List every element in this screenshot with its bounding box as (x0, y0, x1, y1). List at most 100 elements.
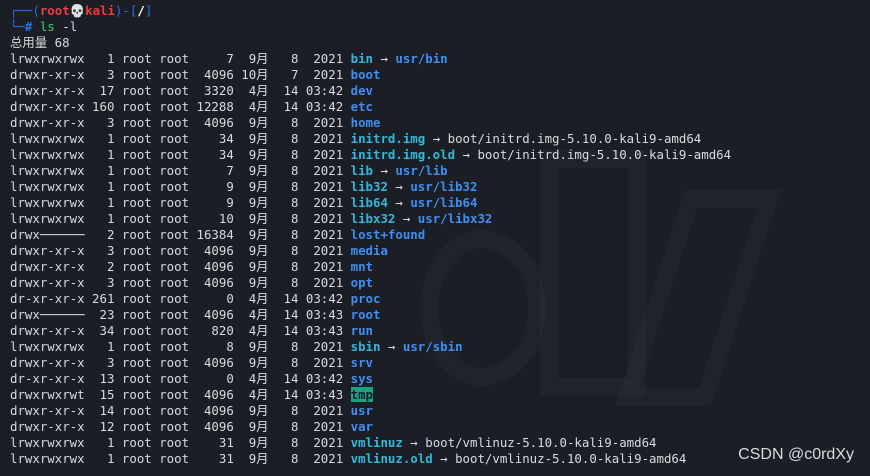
symlink-arrow-icon: → (432, 451, 456, 466)
symlink-target: usr/lib32 (410, 179, 478, 194)
prompt-frame-bottom: └─ (10, 19, 25, 34)
symlink-arrow-icon: → (425, 131, 448, 146)
listing-row: drwxr-xr-x 34 root root 820 4月 14 03:43 … (10, 323, 870, 339)
entry-meta: drwxrwxrwt 15 root root 4096 4月 14 03:43 (10, 387, 351, 402)
terminal-output: ┌──(root💀kali)-[/] └─# ls -l 总用量 68 lrwx… (10, 3, 870, 467)
listing-row: drwxrwxrwt 15 root root 4096 4月 14 03:43… (10, 387, 870, 403)
prompt-frame-end: ] (144, 3, 153, 18)
listing-row: drwxr-xr-x 12 root root 4096 9月 8 2021 v… (10, 419, 870, 435)
entry-name: bin (350, 51, 374, 66)
symlink-arrow-icon: → (455, 147, 478, 162)
symlink-target: usr/libx32 (417, 211, 493, 226)
entry-meta: lrwxrwxrwx 1 root root 31 9月 8 2021 (10, 451, 351, 466)
entry-meta: drwxr-xr-x 14 root root 4096 9月 8 2021 (10, 403, 351, 418)
entry-name: home (350, 115, 381, 130)
entry-name: usr (350, 403, 374, 418)
terminal-window[interactable]: ┌──(root💀kali)-[/] └─# ls -l 总用量 68 lrwx… (0, 0, 870, 476)
entry-name: srv (350, 355, 374, 370)
symlink-arrow-icon: → (373, 163, 396, 178)
entry-name: sbin (350, 339, 381, 354)
listing-row: dr-xr-xr-x 13 root root 0 4月 14 03:42 sy… (10, 371, 870, 387)
entry-meta: drwxr-xr-x 3 root root 4096 10月 7 2021 (10, 67, 351, 82)
symlink-target: boot/initrd.img-5.10.0-kali9-amd64 (447, 131, 702, 146)
entry-meta: lrwxrwxrwx 1 root root 34 9月 8 2021 (10, 147, 351, 162)
command-name: ls (39, 19, 55, 34)
prompt-line-top: ┌──(root💀kali)-[/] (10, 3, 870, 19)
entry-meta: lrwxrwxrwx 1 root root 31 9月 8 2021 (10, 435, 351, 450)
listing-row: lrwxrwxrwx 1 root root 9 9月 8 2021 lib32… (10, 179, 870, 195)
entry-name: lost+found (350, 227, 426, 242)
prompt-user: root (39, 3, 70, 18)
symlink-target: usr/bin (395, 51, 448, 66)
entry-name: root (350, 307, 381, 322)
entry-name: dev (350, 83, 374, 98)
symlink-target: boot/vmlinuz-5.10.0-kali9-amd64 (425, 435, 657, 450)
listing-row: drwx────── 2 root root 16384 9月 8 2021 l… (10, 227, 870, 243)
watermark: CSDN @c0rdXy (738, 446, 854, 463)
listing-row: dr-xr-xr-x 261 root root 0 4月 14 03:42 p… (10, 291, 870, 307)
command-args: -l (54, 19, 78, 34)
listing-row: lrwxrwxrwx 1 root root 9 9月 8 2021 lib64… (10, 195, 870, 211)
total-line: 总用量 68 (10, 35, 70, 50)
entry-name: media (350, 243, 388, 258)
prompt-host: kali (85, 3, 115, 18)
listing-row: drwxr-xr-x 3 root root 4096 10月 7 2021 b… (10, 67, 870, 83)
entry-meta: drwxr-xr-x 160 root root 12288 4月 14 03:… (10, 99, 351, 114)
symlink-arrow-icon: → (387, 179, 411, 194)
prompt-hash: # (24, 19, 33, 34)
prompt-line-command[interactable]: └─# ls -l (10, 19, 870, 35)
symlink-arrow-icon: → (373, 51, 396, 66)
listing-row: drwxr-xr-x 2 root root 4096 9月 8 2021 mn… (10, 259, 870, 275)
entry-name: vmlinuz (350, 435, 403, 450)
listing-row: drwxr-xr-x 3 root root 4096 9月 8 2021 ho… (10, 115, 870, 131)
prompt-frame-mid: )-[ (114, 3, 138, 18)
listing-row: drwx────── 23 root root 4096 4月 14 03:43… (10, 307, 870, 323)
entry-name: opt (350, 275, 374, 290)
entry-name: lib (350, 163, 374, 178)
symlink-arrow-icon: → (402, 435, 426, 450)
entry-meta: drwxr-xr-x 3 root root 4096 9月 8 2021 (10, 243, 351, 258)
entry-meta: dr-xr-xr-x 13 root root 0 4月 14 03:42 (10, 371, 351, 386)
symlink-arrow-icon: → (395, 211, 418, 226)
listing-row: drwxr-xr-x 14 root root 4096 9月 8 2021 u… (10, 403, 870, 419)
entry-name: proc (350, 291, 381, 306)
entry-meta: lrwxrwxrwx 1 root root 34 9月 8 2021 (10, 131, 351, 146)
entry-meta: drwxr-xr-x 34 root root 820 4月 14 03:43 (10, 323, 351, 338)
entry-meta: lrwxrwxrwx 1 root root 9 9月 8 2021 (10, 195, 351, 210)
symlink-arrow-icon: → (380, 339, 403, 354)
listing-row: lrwxrwxrwx 1 root root 8 9月 8 2021 sbin … (10, 339, 870, 355)
listing-row: lrwxrwxrwx 1 root root 10 9月 8 2021 libx… (10, 211, 870, 227)
entry-meta: dr-xr-xr-x 261 root root 0 4月 14 03:42 (10, 291, 351, 306)
entry-name: etc (350, 99, 374, 114)
prompt-cwd: / (137, 3, 145, 18)
symlink-target: boot/vmlinuz-5.10.0-kali9-amd64 (455, 451, 687, 466)
listing-row: lrwxrwxrwx 1 root root 34 9月 8 2021 init… (10, 147, 870, 163)
entry-meta: drwxr-xr-x 3 root root 4096 9月 8 2021 (10, 115, 351, 130)
listing-row: drwxr-xr-x 17 root root 3320 4月 14 03:42… (10, 83, 870, 99)
listing-row: drwxr-xr-x 3 root root 4096 9月 8 2021 sr… (10, 355, 870, 371)
listing-row: lrwxrwxrwx 1 root root 7 9月 8 2021 lib →… (10, 163, 870, 179)
entry-name: lib32 (350, 179, 388, 194)
listing-row: drwxr-xr-x 3 root root 4096 9月 8 2021 op… (10, 275, 870, 291)
listing: lrwxrwxrwx 1 root root 7 9月 8 2021 bin →… (10, 51, 870, 467)
entry-name: tmp (350, 387, 374, 402)
entry-meta: drwxr-xr-x 3 root root 4096 9月 8 2021 (10, 355, 351, 370)
entry-meta: lrwxrwxrwx 1 root root 7 9月 8 2021 (10, 163, 351, 178)
entry-name: initrd.img (350, 131, 426, 146)
entry-name: lib64 (350, 195, 388, 210)
listing-row: lrwxrwxrwx 1 root root 7 9月 8 2021 bin →… (10, 51, 870, 67)
entry-meta: drwx────── 23 root root 4096 4月 14 03:43 (10, 307, 351, 322)
symlink-target: usr/lib (395, 163, 448, 178)
symlink-arrow-icon: → (387, 195, 411, 210)
entry-meta: drwxr-xr-x 12 root root 4096 9月 8 2021 (10, 419, 351, 434)
symlink-target: usr/sbin (402, 339, 463, 354)
symlink-target: usr/lib64 (410, 195, 478, 210)
skull-icon: 💀 (69, 3, 86, 18)
listing-row: drwxr-xr-x 160 root root 12288 4月 14 03:… (10, 99, 870, 115)
entry-name: libx32 (350, 211, 396, 226)
entry-meta: drwxr-xr-x 17 root root 3320 4月 14 03:42 (10, 83, 351, 98)
entry-name: boot (350, 67, 381, 82)
entry-name: initrd.img.old (350, 147, 456, 162)
symlink-target: boot/initrd.img-5.10.0-kali9-amd64 (477, 147, 732, 162)
entry-name: sys (350, 371, 374, 386)
